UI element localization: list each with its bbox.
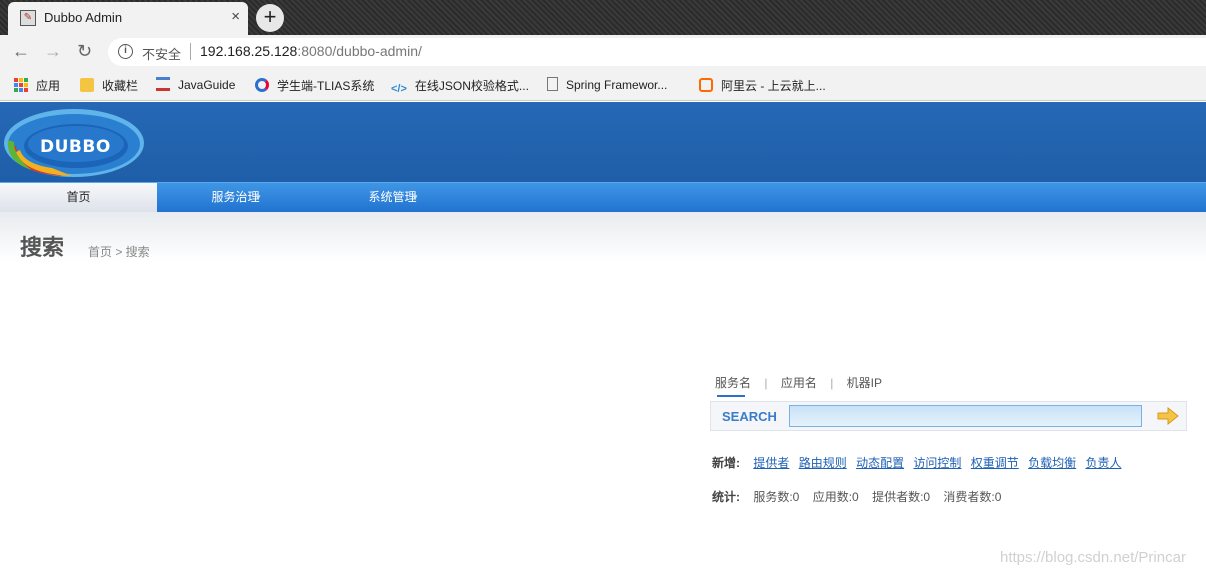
add-owner-link[interactable]: 负责人 <box>1086 456 1122 470</box>
back-arrow-icon[interactable]: ← <box>12 41 30 62</box>
bookmark-javaguide[interactable]: JavaGuide <box>156 77 235 92</box>
search-label: SEARCH <box>722 409 777 424</box>
page-icon <box>156 77 170 91</box>
add-links-row: 新增: 提供者 路由规则 动态配置 访问控制 权重调节 负载均衡 负责人 <box>712 454 1128 471</box>
info-icon[interactable]: i <box>118 44 133 59</box>
favicon-icon: ✎ <box>20 10 36 26</box>
document-icon <box>547 77 558 91</box>
add-weight-link[interactable]: 权重调节 <box>971 456 1019 470</box>
url-text[interactable]: 192.168.25.128:8080/dubbo-admin/ <box>200 43 422 59</box>
site-icon <box>255 78 269 92</box>
app-header: DUBBO <box>0 102 1206 182</box>
bookmark-spring[interactable]: Spring Framewor... <box>547 77 667 92</box>
search-input[interactable] <box>789 405 1142 427</box>
stat-apps: 应用数:0 <box>812 490 859 504</box>
stat-providers: 提供者数:0 <box>872 490 931 504</box>
dropdown-caret-icon: ▼ <box>411 193 419 202</box>
nav-service-governance[interactable]: 服务治理 ▼ <box>157 183 314 212</box>
nav-home[interactable]: 首页 <box>0 183 157 212</box>
search-box: SEARCH <box>710 401 1187 431</box>
tab-app-name[interactable]: 应用名 <box>781 374 817 391</box>
bookmark-aliyun[interactable]: 阿里云 - 上云就上... <box>699 77 826 94</box>
dropdown-caret-icon: ▼ <box>254 193 262 202</box>
bookmark-favorites[interactable]: 收藏栏 <box>80 77 138 94</box>
nav-system-admin[interactable]: 系统管理 ▼ <box>314 183 471 212</box>
logo-text: DUBBO <box>40 137 111 157</box>
bookmark-apps[interactable]: 应用 <box>14 77 60 94</box>
tab-machine-ip[interactable]: 机器IP <box>847 374 882 391</box>
divider <box>190 43 191 60</box>
stat-services: 服务数:0 <box>753 490 800 504</box>
new-tab-button[interactable]: + <box>256 4 284 32</box>
add-load-balance-link[interactable]: 负载均衡 <box>1028 456 1076 470</box>
bookmarks-bar: 应用 收藏栏 JavaGuide 学生端-TLIAS系统 </> 在线JSON校验… <box>0 68 1206 101</box>
divider: | <box>830 376 834 390</box>
search-type-tabs: 服务名 | 应用名 | 机器IP <box>715 374 882 397</box>
dubbo-logo[interactable]: DUBBO <box>2 106 146 180</box>
tab-service-name[interactable]: 服务名 <box>715 374 751 397</box>
divider: | <box>764 376 768 390</box>
aliyun-icon <box>699 78 713 92</box>
main-nav: 首页 服务治理 ▼ 系统管理 ▼ <box>0 182 1206 212</box>
add-dynamic-config-link[interactable]: 动态配置 <box>856 456 904 470</box>
add-provider-link[interactable]: 提供者 <box>753 456 789 470</box>
reload-icon[interactable]: ↻ <box>77 41 92 62</box>
watermark: https://blog.csdn.net/Princar <box>1000 549 1186 566</box>
page-heading: 搜索 首页 > 搜索 <box>0 212 1206 262</box>
address-bar[interactable]: i 不安全 192.168.25.128:8080/dubbo-admin/ <box>108 38 1206 66</box>
browser-toolbar: ← → ↻ i 不安全 192.168.25.128:8080/dubbo-ad… <box>0 35 1206 68</box>
bookmark-tlias[interactable]: 学生端-TLIAS系统 <box>255 77 374 94</box>
add-label: 新增: <box>712 456 740 470</box>
folder-icon <box>80 78 94 92</box>
browser-tab[interactable]: ✎ Dubbo Admin × <box>8 2 248 35</box>
stat-consumers: 消费者数:0 <box>943 490 1002 504</box>
close-tab-icon[interactable]: × <box>231 8 240 25</box>
code-icon: </> <box>391 83 407 95</box>
breadcrumb[interactable]: 首页 > 搜索 <box>88 243 150 260</box>
add-access-control-link[interactable]: 访问控制 <box>913 456 961 470</box>
add-route-link[interactable]: 路由规则 <box>799 456 847 470</box>
bookmark-json[interactable]: </> 在线JSON校验格式... <box>391 77 529 97</box>
page-title: 搜索 <box>20 235 65 260</box>
insecure-label: 不安全 <box>142 47 182 62</box>
forward-arrow-icon[interactable]: → <box>44 41 62 62</box>
stats-row: 统计: 服务数:0 应用数:0 提供者数:0 消费者数:0 <box>712 488 1011 505</box>
arrow-right-icon[interactable] <box>1157 406 1179 426</box>
tab-title: Dubbo Admin <box>44 10 123 25</box>
browser-tab-strip: ✎ Dubbo Admin × + <box>0 0 1206 35</box>
stats-label: 统计: <box>712 490 740 504</box>
apps-grid-icon <box>14 78 28 92</box>
